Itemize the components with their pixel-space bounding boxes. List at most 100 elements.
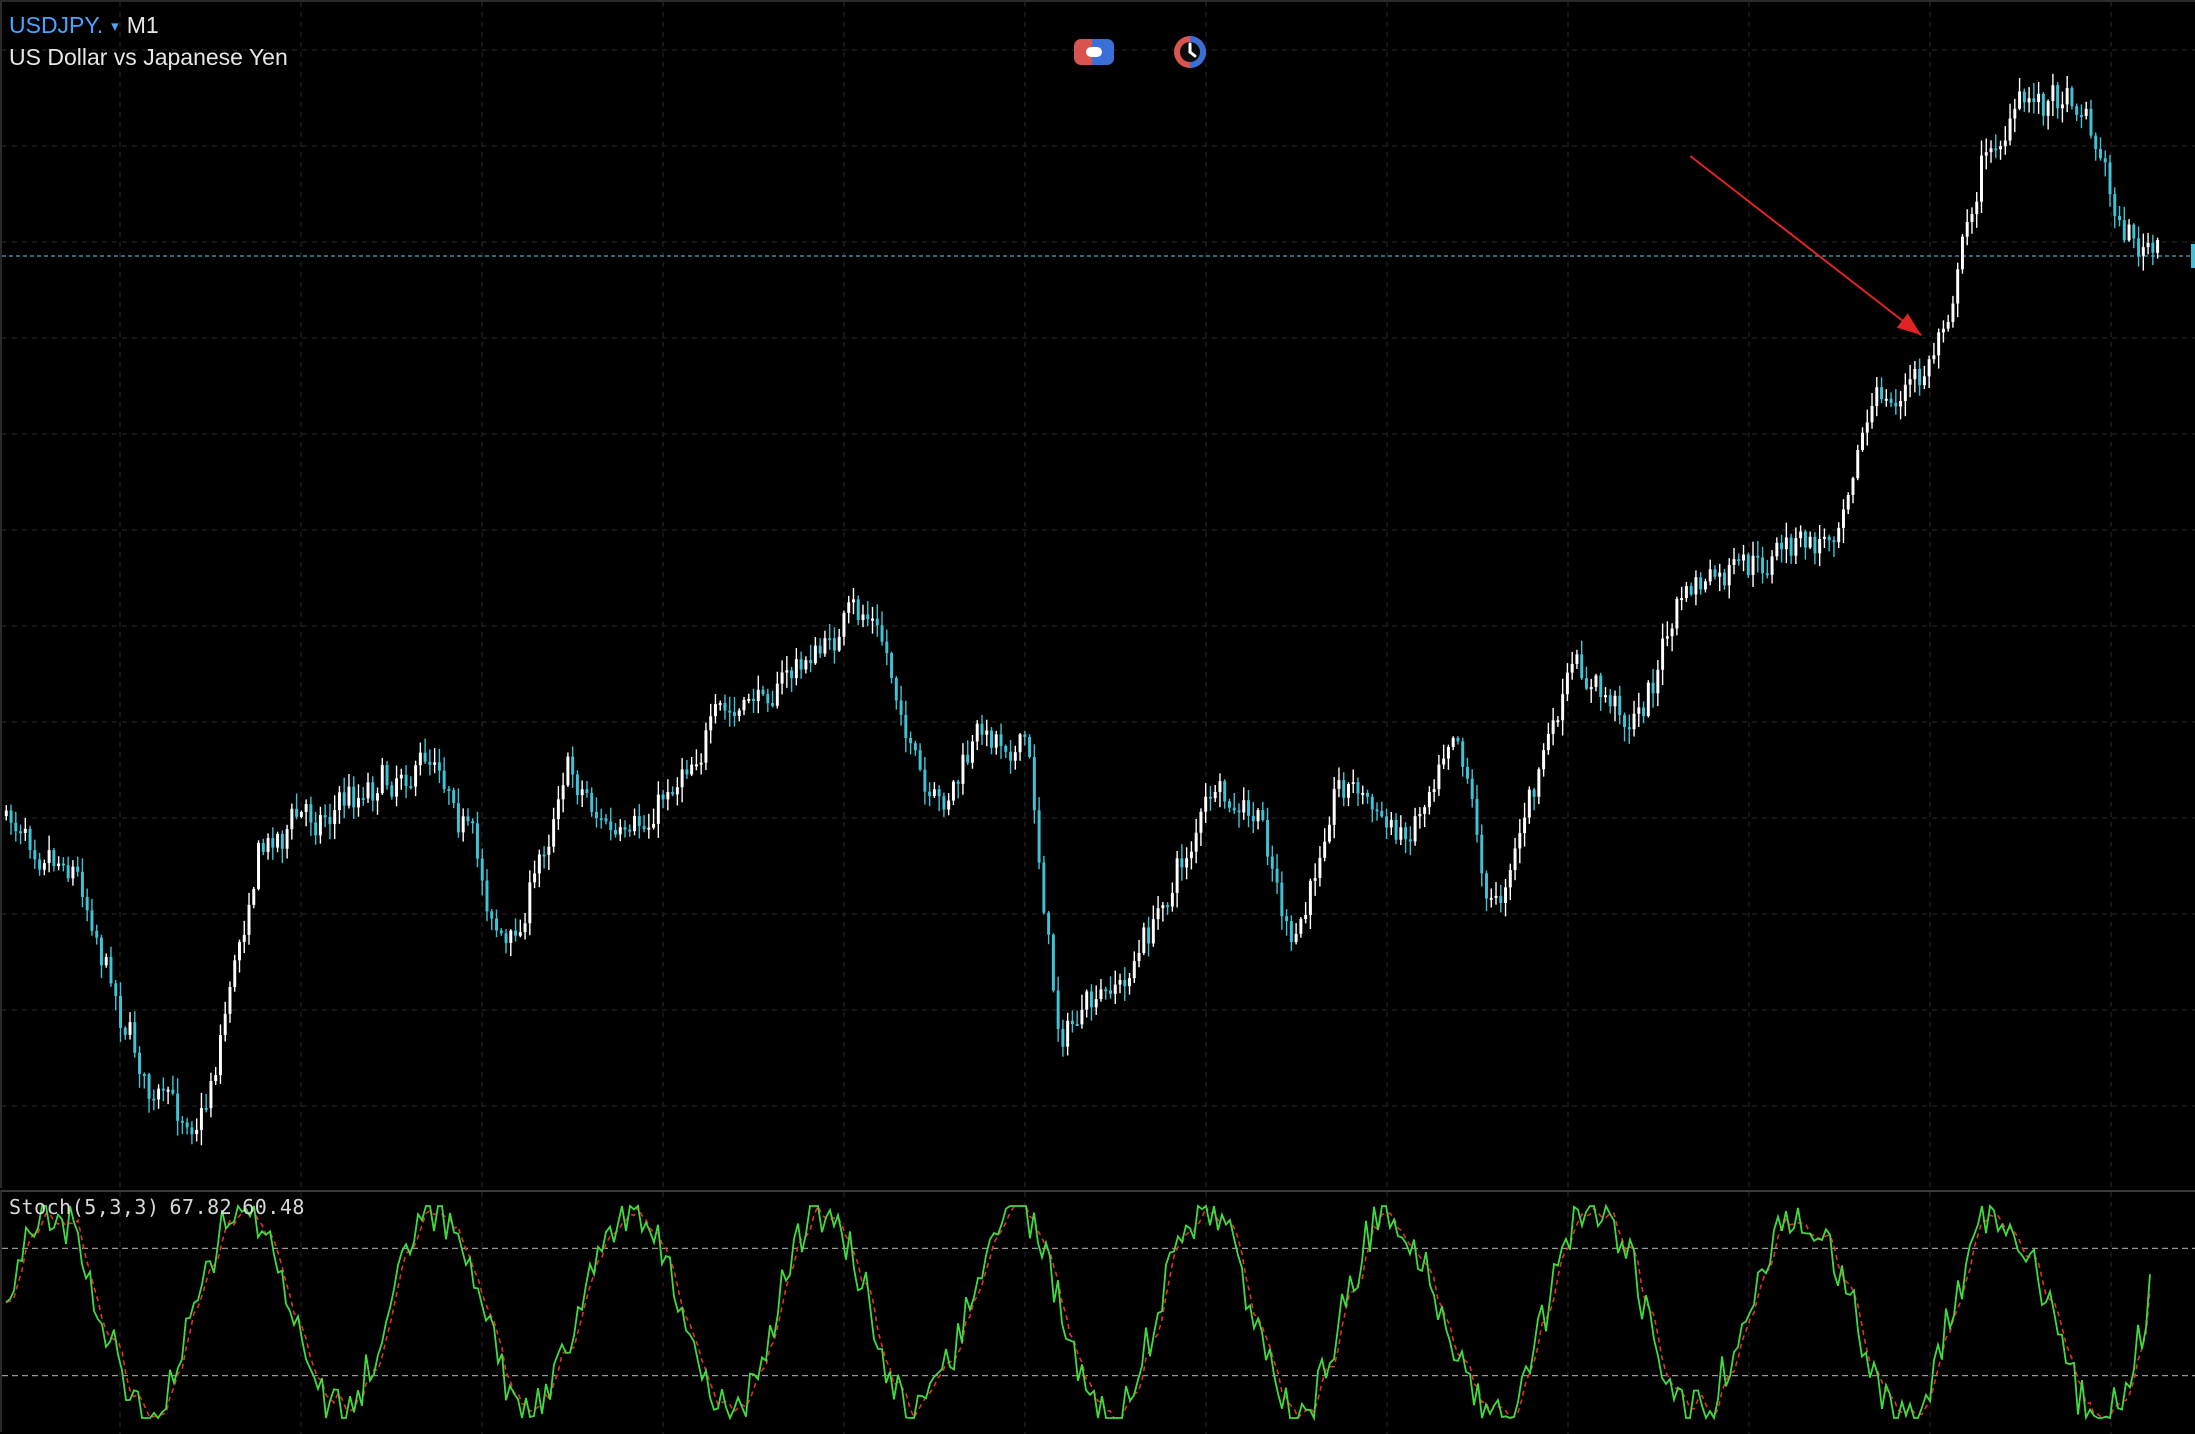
candle-body	[1665, 636, 1669, 639]
candle	[680, 758, 684, 803]
candle-body	[1023, 734, 1027, 738]
price-chart-pane[interactable]	[0, 0, 2195, 1190]
candle-body	[1247, 800, 1250, 816]
candle-body	[1161, 905, 1165, 909]
candle	[95, 924, 99, 945]
candle-body	[1070, 1020, 1074, 1025]
candle	[404, 765, 408, 799]
candle-body	[14, 822, 18, 832]
candle-body	[875, 618, 879, 626]
candle-body	[1185, 858, 1189, 868]
candle-body	[1527, 789, 1531, 818]
candle	[285, 824, 289, 859]
symbol-selector[interactable]: USDJPY.	[9, 12, 103, 38]
chart-toolbar	[1072, 33, 1212, 71]
candle-body	[1104, 989, 1108, 992]
candle	[1832, 536, 1836, 557]
candle	[385, 761, 389, 790]
candle	[690, 757, 694, 777]
timeframe-label[interactable]: M1	[127, 12, 159, 38]
candle	[942, 792, 946, 817]
stochastic-canvas[interactable]	[2, 1192, 2195, 1434]
candle	[1327, 816, 1331, 844]
candle-body	[609, 821, 613, 831]
candle	[442, 757, 446, 794]
candle-body	[1418, 813, 1422, 817]
candle	[1951, 295, 1955, 328]
candle	[1746, 552, 1750, 578]
candle	[2046, 99, 2050, 130]
candle-body	[1470, 778, 1474, 799]
candle-body	[128, 1022, 132, 1035]
candle	[2118, 205, 2121, 227]
candle-body	[1089, 991, 1093, 1008]
candle-body	[1370, 796, 1374, 810]
candle-body	[1142, 927, 1146, 954]
candle-body	[2075, 106, 2079, 115]
candle	[414, 760, 418, 797]
candle	[1822, 528, 1826, 548]
candle-body	[1204, 796, 1208, 812]
candle-body	[928, 791, 932, 796]
candle	[2022, 88, 2026, 112]
trading-chart-window[interactable]: USDJPY. ▾ M1 US Dollar vs Japanese Yen S…	[0, 0, 2195, 1434]
candle-body	[1580, 654, 1584, 679]
candle-body	[1489, 897, 1493, 900]
annotation-arrow[interactable]	[1689, 155, 1922, 336]
candle	[233, 954, 237, 992]
candle-body	[1294, 933, 1298, 943]
candle-body	[352, 786, 356, 808]
candle-body	[1903, 384, 1907, 402]
candle	[871, 606, 874, 634]
candle-body	[1080, 1009, 1084, 1025]
candle-body	[780, 672, 784, 684]
candle	[76, 856, 80, 877]
candle	[33, 839, 37, 869]
candle	[166, 1086, 170, 1105]
candle-body	[1808, 536, 1812, 548]
symbol-dropdown-icon[interactable]: ▾	[111, 18, 119, 35]
candle-body	[366, 782, 370, 799]
candle	[1584, 666, 1588, 691]
candlesticks[interactable]	[4, 73, 2160, 1146]
candle-body	[1565, 672, 1569, 695]
candle-body	[1037, 810, 1041, 863]
candle	[1861, 427, 1864, 452]
candle	[271, 827, 275, 860]
candle-body	[618, 827, 622, 835]
candle-body	[171, 1089, 175, 1094]
candle-body	[1042, 862, 1046, 913]
candle-body	[2065, 88, 2069, 105]
candle	[547, 834, 551, 870]
candle	[1223, 779, 1227, 809]
clock-timer-icon[interactable]	[1168, 33, 1212, 71]
candle-body	[818, 645, 822, 654]
price-chart-canvas[interactable]	[2, 2, 2195, 1190]
candle-body	[690, 764, 694, 775]
candle	[1494, 882, 1498, 905]
candle	[2084, 101, 2088, 120]
candle	[666, 779, 670, 811]
candle	[1646, 680, 1650, 718]
candle	[1456, 736, 1460, 745]
candle	[514, 918, 518, 942]
toggle-switch-icon[interactable]	[1072, 33, 1116, 71]
candle-body	[975, 723, 979, 742]
candle	[1970, 207, 1974, 234]
candle-body	[733, 712, 736, 717]
candle	[1266, 807, 1270, 866]
candle-body	[766, 694, 770, 704]
candle	[1684, 581, 1688, 602]
candle-body	[1989, 148, 1993, 153]
candle-body	[280, 833, 284, 849]
candle	[1489, 888, 1493, 908]
stochastic-pane[interactable]	[0, 1190, 2195, 1434]
candle-body	[994, 734, 998, 748]
candle	[252, 886, 256, 909]
candle-body	[528, 882, 532, 924]
candle	[180, 1115, 184, 1135]
candle-body	[57, 863, 61, 867]
candle	[861, 604, 865, 628]
candle-body	[1803, 531, 1807, 548]
candle	[970, 735, 974, 769]
